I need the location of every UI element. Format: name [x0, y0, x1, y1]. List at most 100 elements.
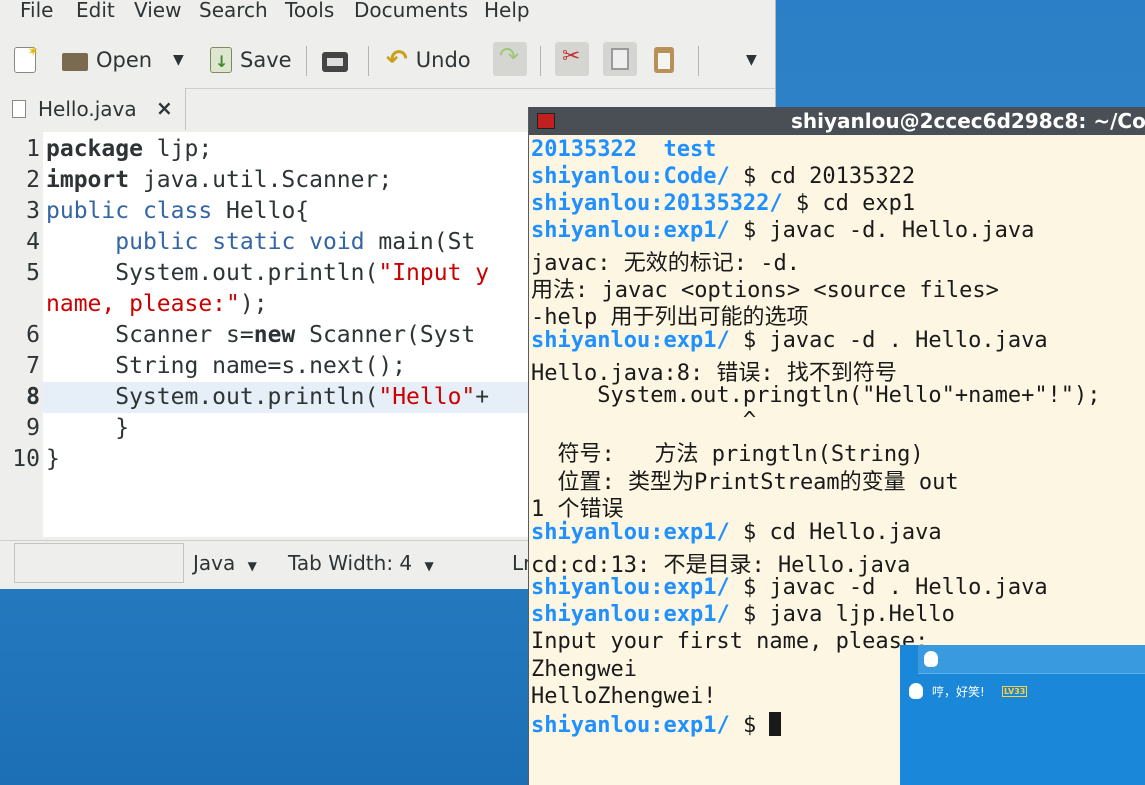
command-text: $ javac -d. Hello.java [729, 218, 1035, 243]
chevron-down-icon: ▼ [173, 52, 184, 68]
terminal-line: shiyanlou:exp1/ $ cd Hello.java [531, 520, 942, 545]
code-line: System.out.println("Input y [46, 260, 490, 286]
code-line: String name=s.next(); [46, 353, 407, 379]
dir-listing: 20135322 test [531, 137, 717, 162]
prompt-user: shiyanlou [531, 218, 651, 243]
terminal-line: Input your first name, please: [531, 629, 929, 654]
command-text: $ [729, 713, 770, 738]
level-badge: LV33 [1002, 686, 1028, 697]
penguin-icon [924, 651, 938, 667]
tab-hello-java[interactable]: Hello.java × [0, 88, 186, 130]
terminal-line: Zhengwei [531, 657, 637, 682]
prompt-path: :Code/ [650, 164, 730, 189]
line-number: 5 [26, 260, 40, 286]
prompt-path: :exp1/ [650, 328, 730, 353]
open-recent-dropdown[interactable]: ▼ [173, 42, 184, 78]
save-label: Save [240, 48, 292, 72]
undo-icon: ↶ [386, 45, 408, 75]
toolbar: ✶ Open ▼ ↓ Save ↶ Undo ↷ ✂ ▼ [0, 32, 775, 89]
undo-button[interactable]: ↶ Undo [386, 42, 471, 78]
line-number: 7 [26, 353, 40, 379]
terminal-title: shiyanlou@2ccec6d298c8: ~/Code/2 [791, 109, 1145, 133]
prompt-path: :exp1/ [650, 520, 730, 545]
line-number: 6 [26, 322, 40, 348]
line-number: 4 [26, 229, 40, 255]
line-number: 2 [26, 167, 40, 193]
redo-button[interactable]: ↷ [493, 42, 527, 76]
toolbar-separator [306, 46, 307, 76]
toolbar-separator [368, 46, 369, 76]
line-number: 9 [26, 415, 40, 441]
save-button[interactable]: ↓ Save [210, 42, 292, 78]
menu-view[interactable]: View [134, 0, 181, 22]
new-document-icon: ✶ [14, 44, 39, 73]
terminal-line: 20135322 test [531, 137, 716, 162]
code-line: package ljp; [46, 136, 213, 162]
menu-search[interactable]: Search [199, 0, 268, 22]
prompt-user: shiyanlou [531, 164, 651, 189]
qq-notification[interactable]: 哼，好笑! LV33 [900, 645, 1145, 785]
code-line: public static void main(St [115, 229, 476, 255]
tab-title: Hello.java [38, 97, 137, 121]
printer-icon [322, 51, 348, 72]
redo-icon: ↷ [499, 42, 520, 70]
language-selector[interactable]: Java ▼ [193, 551, 257, 575]
terminal-line: shiyanlou:exp1/ $ javac -d . Hello.java [531, 575, 1048, 600]
prompt-user: shiyanlou [531, 575, 651, 600]
language-label: Java [193, 551, 236, 575]
command-text: $ javac -d . Hello.java [729, 328, 1048, 353]
line-number: 3 [26, 198, 40, 224]
line-number: 1 [26, 136, 40, 162]
terminal-line: HelloZhengwei! [531, 684, 717, 709]
terminal-cursor [769, 712, 782, 736]
command-text: $ cd Hello.java [729, 520, 942, 545]
code-line: public class Hello{ [46, 198, 310, 224]
chevron-down-icon: ▼ [247, 559, 257, 573]
copy-icon [611, 48, 629, 70]
terminal-line: ^ [531, 408, 757, 433]
menu-help[interactable]: Help [484, 0, 530, 22]
penguin-icon [909, 683, 923, 699]
toolbar-overflow-button[interactable]: ▼ [746, 42, 757, 78]
code-line: Scanner s=new Scanner(Syst [46, 322, 476, 348]
line-number: 10 [12, 446, 40, 472]
chevron-down-icon: ▼ [424, 559, 434, 573]
code-line: name, please:"); [46, 291, 268, 317]
tab-width-label: Tab Width: 4 [288, 551, 413, 575]
tab-close-button[interactable]: × [156, 96, 173, 120]
prompt-user: shiyanlou [531, 713, 651, 738]
code-line: } [46, 415, 130, 441]
terminal-line: shiyanlou:Code/ $ cd 20135322 [531, 164, 915, 189]
tab-width-selector[interactable]: Tab Width: 4 ▼ [288, 551, 434, 575]
terminal-line: shiyanlou:20135322/ $ cd exp1 [531, 191, 915, 216]
cut-button[interactable]: ✂ [555, 42, 589, 76]
print-button[interactable] [322, 42, 356, 78]
menu-documents[interactable]: Documents [354, 0, 468, 22]
prompt-path: :exp1/ [650, 575, 730, 600]
terminal-icon [537, 113, 555, 129]
code-line: System.out.println("Hello"+ [46, 384, 490, 410]
new-button[interactable]: ✶ [14, 42, 44, 78]
text-file-icon [12, 100, 26, 118]
copy-button[interactable] [603, 42, 637, 76]
command-text: $ cd exp1 [782, 191, 916, 216]
prompt-path: :exp1/ [650, 218, 730, 243]
code-line: import java.util.Scanner; [46, 167, 393, 193]
menu-file[interactable]: File [20, 0, 53, 22]
command-text: $ javac -d . Hello.java [729, 575, 1048, 600]
terminal-line: -help 用于列出可能的选项 [531, 305, 809, 330]
open-folder-icon [62, 53, 88, 71]
menu-edit[interactable]: Edit [76, 0, 115, 22]
terminal-prompt-line[interactable]: shiyanlou:exp1/ $ [531, 712, 782, 738]
terminal-line: shiyanlou:exp1/ $ javac -d. Hello.java [531, 218, 1034, 243]
paste-button[interactable] [654, 42, 682, 78]
qq-notification-header[interactable] [918, 645, 1145, 674]
open-button[interactable]: Open [62, 42, 152, 78]
prompt-user: shiyanlou [531, 602, 651, 627]
menu-tools[interactable]: Tools [285, 0, 334, 22]
toolbar-separator [540, 46, 541, 76]
terminal-titlebar[interactable]: shiyanlou@2ccec6d298c8: ~/Code/2 [529, 107, 1145, 135]
open-label: Open [96, 48, 153, 72]
line-number-gutter: 1 2 3 4 5 6 7 8 9 10 [0, 132, 43, 537]
undo-label: Undo [415, 48, 471, 72]
